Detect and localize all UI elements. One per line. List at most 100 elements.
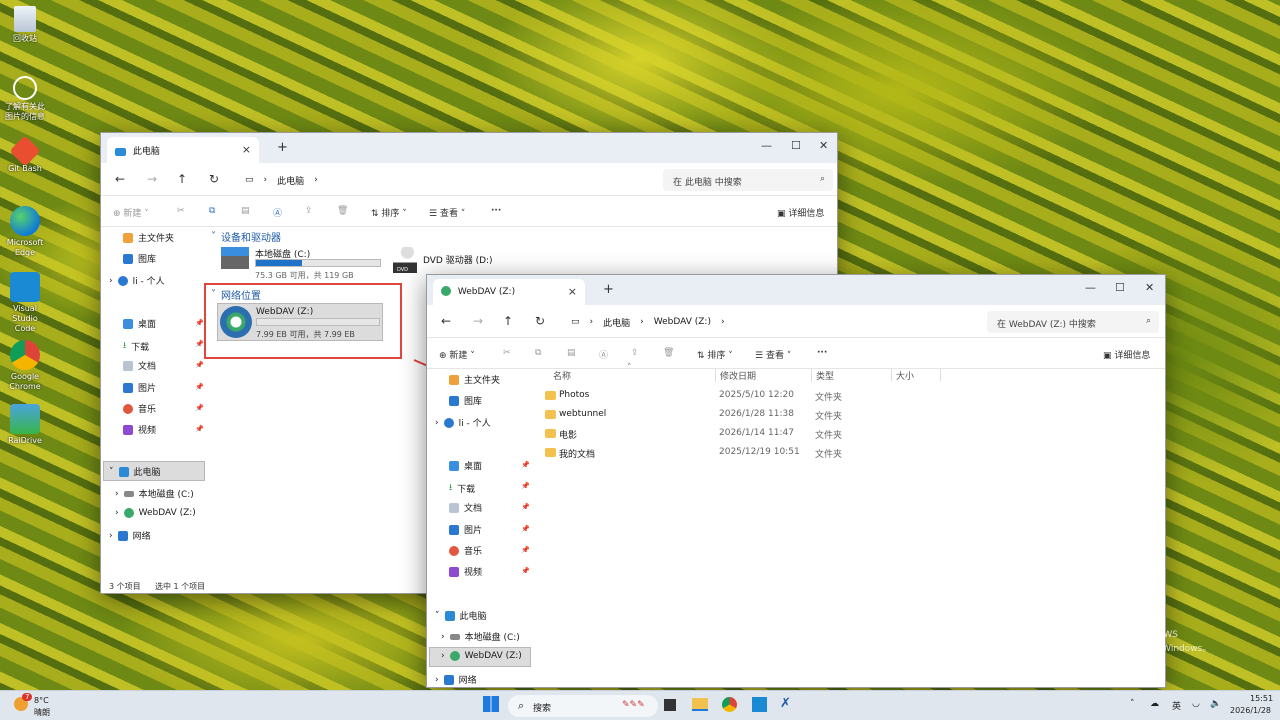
sidebar-item-home[interactable]: 主文件夹 <box>449 373 500 386</box>
rdp-tray-icon[interactable]: ☁ <box>1150 699 1159 709</box>
desktop-icon-vscode[interactable]: Visual Studio Code <box>2 272 48 334</box>
up-icon[interactable]: ↑ <box>177 172 187 186</box>
task-view-icon[interactable] <box>664 699 676 711</box>
chevron-right-icon[interactable]: › <box>435 418 439 428</box>
desktop-icon-info[interactable]: 了解有关此图片的信息 <box>2 76 48 122</box>
sidebar-item-webdav[interactable]: › WebDAV (Z:) <box>441 651 522 661</box>
new-tab-icon[interactable]: + <box>603 282 614 297</box>
chevron-down-icon[interactable]: ˅ <box>435 611 440 621</box>
table-row[interactable]: Photos 2025/5/10 12:20 文件夹 <box>545 389 945 405</box>
view-button[interactable]: ☰ 查看 ˅ <box>755 348 791 361</box>
share-icon[interactable]: ⇪ <box>631 348 639 358</box>
breadcrumb-this-pc[interactable]: 此电脑 <box>603 316 630 329</box>
table-row[interactable]: 电影 2026/1/14 11:47 文件夹 <box>545 427 945 443</box>
paste-icon[interactable]: ▤ <box>241 206 250 216</box>
tray-overflow-icon[interactable]: ˄ <box>1130 699 1135 709</box>
file-explorer-icon[interactable] <box>692 698 708 711</box>
rename-icon[interactable]: Ⓐ <box>273 206 282 219</box>
sidebar-item-downloads[interactable]: ⭳ 下载 <box>123 338 149 354</box>
chevron-right-icon[interactable]: › <box>115 489 119 499</box>
chrome-icon[interactable] <box>722 697 737 712</box>
back-icon[interactable]: ← <box>115 172 125 186</box>
sidebar-item-personal[interactable]: › li - 个人 <box>435 416 491 429</box>
table-row[interactable]: 我的文档 2025/12/19 10:51 文件夹 <box>545 446 945 462</box>
volume-icon[interactable]: 🔈 <box>1210 699 1221 709</box>
desktop-icon-raidrive[interactable]: RaiDrive <box>2 404 48 446</box>
sidebar-item-gallery[interactable]: 图库 <box>449 394 482 407</box>
close-window-icon[interactable]: ✕ <box>819 139 828 152</box>
column-header-name[interactable]: 名称 <box>553 369 571 382</box>
chevron-right-icon[interactable]: › <box>441 651 445 661</box>
sidebar-item-documents[interactable]: 文档 <box>449 501 482 514</box>
table-row[interactable]: webtunnel 2026/1/28 11:38 文件夹 <box>545 408 945 424</box>
copy-icon[interactable]: ⧉ <box>209 206 215 216</box>
sidebar-item-local-disk[interactable]: › 本地磁盘 (C:) <box>115 487 194 501</box>
cut-icon[interactable]: ✂ <box>177 206 185 216</box>
column-header-size[interactable]: 大小 <box>891 369 941 382</box>
new-button[interactable]: ⊕ 新建 ˅ <box>439 348 475 361</box>
close-window-icon[interactable]: ✕ <box>1145 281 1154 294</box>
clock-time[interactable]: 15:51 <box>1250 694 1273 703</box>
sidebar-item-home[interactable]: 主文件夹 <box>123 231 174 244</box>
search-input[interactable]: 在 此电脑 中搜索 ⌕ <box>663 169 833 191</box>
chevron-right-icon[interactable]: › <box>109 276 113 286</box>
chevron-right-icon[interactable]: › <box>435 675 439 685</box>
more-button[interactable]: ··· <box>491 206 501 216</box>
sidebar-item-gallery[interactable]: 图库 <box>123 252 156 265</box>
chevron-right-icon[interactable]: › <box>441 632 445 642</box>
desktop-icon-git-bash[interactable]: Git Bash <box>2 135 48 174</box>
sidebar-item-network[interactable]: › 网络 <box>109 529 151 542</box>
chevron-down-icon[interactable]: ˅ <box>109 467 114 477</box>
section-header-drives[interactable]: ˅ 设备和驱动器 <box>211 229 281 244</box>
sidebar-item-webdav[interactable]: › WebDAV (Z:) <box>115 508 196 518</box>
delete-icon[interactable]: 🗑 <box>337 206 348 216</box>
details-button[interactable]: ▣ 详细信息 <box>1103 348 1150 361</box>
refresh-icon[interactable]: ↻ <box>535 314 545 328</box>
sidebar-item-pictures[interactable]: 图片 <box>449 523 482 536</box>
desktop-icon-edge[interactable]: Microsoft Edge <box>2 206 48 258</box>
share-icon[interactable]: ⇪ <box>305 206 313 216</box>
sidebar-item-this-pc[interactable]: ˅ 此电脑 <box>109 465 161 478</box>
sidebar-item-pictures[interactable]: 图片 <box>123 381 156 394</box>
maximize-icon[interactable]: ☐ <box>791 139 801 152</box>
address-bar[interactable]: ▭ › 此电脑 › WebDAV (Z:) › <box>565 311 977 333</box>
chevron-right-icon[interactable]: › <box>115 508 119 518</box>
sort-button[interactable]: ⇅ 排序 ˅ <box>697 348 733 361</box>
azure-icon[interactable]: ✗ <box>780 696 791 711</box>
forward-icon[interactable]: → <box>473 314 483 328</box>
search-input[interactable]: 在 WebDAV (Z:) 中搜索 ⌕ <box>987 311 1159 333</box>
minimize-icon[interactable]: — <box>1085 281 1096 294</box>
sidebar-item-desktop[interactable]: 桌面 <box>123 317 156 330</box>
sidebar-item-documents[interactable]: 文档 <box>123 359 156 372</box>
minimize-icon[interactable]: — <box>761 139 772 152</box>
address-bar[interactable]: ▭ › 此电脑 › <box>239 169 651 191</box>
desktop-icon-chrome[interactable]: Google Chrome <box>2 340 48 392</box>
new-button[interactable]: ⊕ 新建 ˅ <box>113 206 149 219</box>
wifi-icon[interactable]: ◡ <box>1192 699 1200 709</box>
sidebar-item-desktop[interactable]: 桌面 <box>449 459 482 472</box>
copy-icon[interactable]: ⧉ <box>535 348 541 358</box>
clock-date[interactable]: 2026/1/28 <box>1230 706 1271 715</box>
new-tab-icon[interactable]: + <box>277 140 288 155</box>
rename-icon[interactable]: Ⓐ <box>599 348 608 361</box>
sidebar-item-network[interactable]: › 网络 <box>435 673 477 686</box>
weather-widget[interactable]: 7 8°C 晴朗 <box>14 693 74 719</box>
tab-webdav[interactable]: WebDAV (Z:) × <box>433 279 585 305</box>
input-language[interactable]: 英 <box>1172 699 1181 712</box>
paste-icon[interactable]: ▤ <box>567 348 576 358</box>
tab-this-pc[interactable]: 此电脑 × <box>107 137 259 163</box>
close-tab-icon[interactable]: × <box>242 143 251 156</box>
up-icon[interactable]: ↑ <box>503 314 513 328</box>
back-icon[interactable]: ← <box>441 314 451 328</box>
more-button[interactable]: ··· <box>817 348 827 358</box>
sidebar-item-videos[interactable]: 视频 <box>123 423 156 436</box>
column-header-type[interactable]: 类型 <box>811 369 834 382</box>
sidebar-item-videos[interactable]: 视频 <box>449 565 482 578</box>
sort-button[interactable]: ⇅ 排序 ˅ <box>371 206 407 219</box>
maximize-icon[interactable]: ☐ <box>1115 281 1125 294</box>
forward-icon[interactable]: → <box>147 172 157 186</box>
vscode-icon[interactable] <box>752 697 767 712</box>
sidebar-item-music[interactable]: 音乐 <box>449 544 482 557</box>
sidebar-item-downloads[interactable]: ⭳ 下载 <box>449 480 475 496</box>
cut-icon[interactable]: ✂ <box>503 348 511 358</box>
